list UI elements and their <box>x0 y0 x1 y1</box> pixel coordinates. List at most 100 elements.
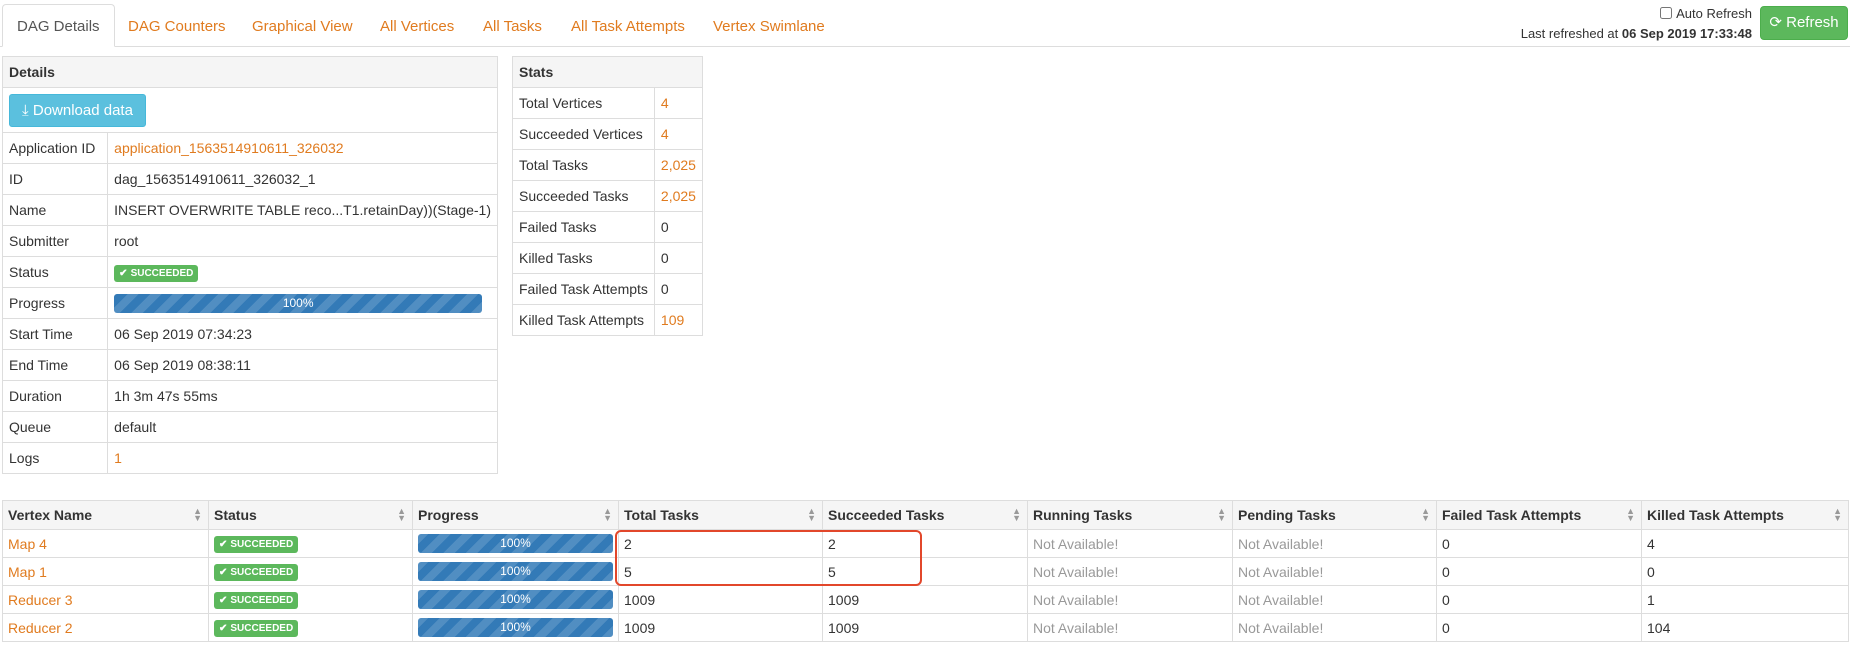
submitter-label: Submitter <box>1 225 109 257</box>
logs-link[interactable]: 1 <box>114 450 122 466</box>
stats-row-label: Failed Tasks <box>512 211 655 243</box>
stats-row-label: Killed Tasks <box>512 242 655 274</box>
col-total-tasks[interactable]: Total Tasks ▲ ▼ <box>618 500 823 530</box>
col-label: Running Tasks <box>1033 507 1133 523</box>
stats-row-label: Succeeded Tasks <box>512 180 655 212</box>
vertex-progress-text: 100% <box>500 592 531 606</box>
col-label: Progress <box>418 507 479 523</box>
tab-dag-counters[interactable]: DAG Counters <box>114 10 240 46</box>
total-vertices-link[interactable]: 4 <box>661 95 669 111</box>
vertex-name-link[interactable]: Reducer 3 <box>8 592 73 608</box>
download-data-button[interactable]: ⤓ Download data <box>9 93 146 127</box>
status-badge: ✔ SUCCEEDED <box>214 564 299 581</box>
sort-icon[interactable]: ▲ ▼ <box>1626 507 1635 523</box>
tab-all-tasks[interactable]: All Tasks <box>469 10 556 46</box>
stats-title: Stats <box>512 56 703 88</box>
succeeded-tasks-cell: 1009 <box>822 585 1028 614</box>
stats-row-label: Total Tasks <box>512 149 655 181</box>
stats-row-label: Killed Task Attempts <box>512 304 655 336</box>
duration-label: Duration <box>1 380 109 412</box>
killed-attempts-cell: 4 <box>1641 529 1849 558</box>
pending-tasks-cell: Not Available! <box>1232 529 1437 558</box>
total-tasks-link[interactable]: 2,025 <box>661 157 696 173</box>
vertex-progress-bar: 100% <box>418 590 613 609</box>
sort-icon[interactable]: ▲ ▼ <box>1421 507 1430 523</box>
details-panel: Details ⤓ Download data Application ID ap… <box>1 56 498 474</box>
sort-icon[interactable]: ▲ ▼ <box>807 507 816 523</box>
failed-tasks-value: 0 <box>653 211 703 243</box>
tab-dag-details[interactable]: DAG Details <box>2 4 115 47</box>
auto-refresh-label: Auto Refresh <box>1676 6 1752 21</box>
total-tasks-cell: 2 <box>618 529 823 558</box>
succeeded-tasks-cell: 5 <box>822 557 1028 586</box>
dag-progress-bar: 100% <box>114 293 483 313</box>
sort-icon[interactable]: ▲ ▼ <box>1012 507 1021 523</box>
table-row: Reducer 2 ✔ SUCCEEDED 100% 1009 1009 Not … <box>2 613 1849 642</box>
col-pending-tasks[interactable]: Pending Tasks ▲ ▼ <box>1232 500 1437 530</box>
check-icon: ✔ <box>219 595 228 606</box>
status-badge: ✔ SUCCEEDED <box>114 264 199 282</box>
progress-label: Progress <box>1 287 109 319</box>
sort-icon[interactable]: ▲ ▼ <box>193 507 202 523</box>
last-refreshed-time: 06 Sep 2019 17:33:48 <box>1621 26 1752 41</box>
sort-icon[interactable]: ▲ ▼ <box>397 507 406 523</box>
succeeded-vertices-link[interactable]: 4 <box>661 126 669 142</box>
running-tasks-cell: Not Available! <box>1027 529 1233 558</box>
killed-tasks-value: 0 <box>653 242 703 274</box>
sort-icon[interactable]: ▲ ▼ <box>603 507 612 523</box>
tab-all-task-attempts[interactable]: All Task Attempts <box>557 10 699 46</box>
start-time-label: Start Time <box>1 318 109 350</box>
status-label: Status <box>1 256 109 288</box>
total-tasks-cell: 1009 <box>618 585 823 614</box>
table-header-row: Vertex Name ▲ ▼ Status ▲ ▼ Progress ▲ ▼ Total … <box>2 500 1849 530</box>
check-icon: ✔ <box>119 267 128 279</box>
status-text: SUCCEEDED <box>230 567 294 578</box>
vertex-name-link[interactable]: Map 4 <box>8 536 47 552</box>
check-icon: ✔ <box>219 567 228 578</box>
col-status[interactable]: Status ▲ ▼ <box>208 500 413 530</box>
tab-vertex-swimlane[interactable]: Vertex Swimlane <box>699 10 839 46</box>
logs-label: Logs <box>1 442 109 474</box>
col-label: Succeeded Tasks <box>828 507 945 523</box>
vertex-name-link[interactable]: Reducer 2 <box>8 620 73 636</box>
failed-attempts-cell: 0 <box>1436 613 1642 642</box>
app-id-link[interactable]: application_1563514910611_326032 <box>114 140 343 156</box>
succeeded-tasks-link[interactable]: 2,025 <box>661 188 696 204</box>
col-label: Vertex Name <box>8 507 93 523</box>
stats-panel: Stats Total Vertices 4 Succeeded Vertices… <box>512 56 703 336</box>
refresh-button[interactable]: ⟳ Refresh <box>1760 6 1848 40</box>
col-label: Total Tasks <box>624 507 699 523</box>
col-failed-attempts[interactable]: Failed Task Attempts ▲ ▼ <box>1436 500 1642 530</box>
auto-refresh-toggle[interactable]: Auto Refresh <box>1660 6 1752 21</box>
sort-icon[interactable]: ▲ ▼ <box>1833 507 1842 523</box>
pending-tasks-cell: Not Available! <box>1232 557 1437 586</box>
col-vertex-name[interactable]: Vertex Name ▲ ▼ <box>2 500 209 530</box>
running-tasks-cell: Not Available! <box>1027 585 1233 614</box>
col-succeeded-tasks[interactable]: Succeeded Tasks ▲ ▼ <box>822 500 1028 530</box>
col-killed-attempts[interactable]: Killed Task Attempts ▲ ▼ <box>1641 500 1849 530</box>
tab-all-vertices[interactable]: All Vertices <box>366 10 468 46</box>
vertex-progress-text: 100% <box>500 536 531 550</box>
tab-graphical-view[interactable]: Graphical View <box>238 10 367 46</box>
table-row: Reducer 3 ✔ SUCCEEDED 100% 1009 1009 Not … <box>2 585 1849 614</box>
col-label: Killed Task Attempts <box>1647 507 1784 523</box>
col-progress[interactable]: Progress ▲ ▼ <box>412 500 619 530</box>
pending-tasks-cell: Not Available! <box>1232 613 1437 642</box>
col-running-tasks[interactable]: Running Tasks ▲ ▼ <box>1027 500 1233 530</box>
check-icon: ✔ <box>219 623 228 634</box>
stats-row-label: Succeeded Vertices <box>512 118 655 150</box>
sort-icon[interactable]: ▲ ▼ <box>1217 507 1226 523</box>
download-icon: ⤓ <box>22 101 29 119</box>
last-refreshed: Last refreshed at 06 Sep 2019 17:33:48 <box>1521 26 1752 41</box>
name-label: Name <box>1 194 109 226</box>
vertex-name-link[interactable]: Map 1 <box>8 564 47 580</box>
dag-progress-text: 100% <box>282 295 314 310</box>
status-badge: ✔ SUCCEEDED <box>214 592 299 609</box>
killed-attempts-link[interactable]: 109 <box>661 312 684 328</box>
pending-tasks-cell: Not Available! <box>1232 585 1437 614</box>
details-title: Details <box>2 56 498 88</box>
auto-refresh-checkbox[interactable] <box>1660 7 1673 19</box>
start-time-value: 06 Sep 2019 07:34:23 <box>107 318 498 350</box>
last-refreshed-label: Last refreshed at <box>1520 26 1622 41</box>
duration-value: 1h 3m 47s 55ms <box>107 380 498 412</box>
